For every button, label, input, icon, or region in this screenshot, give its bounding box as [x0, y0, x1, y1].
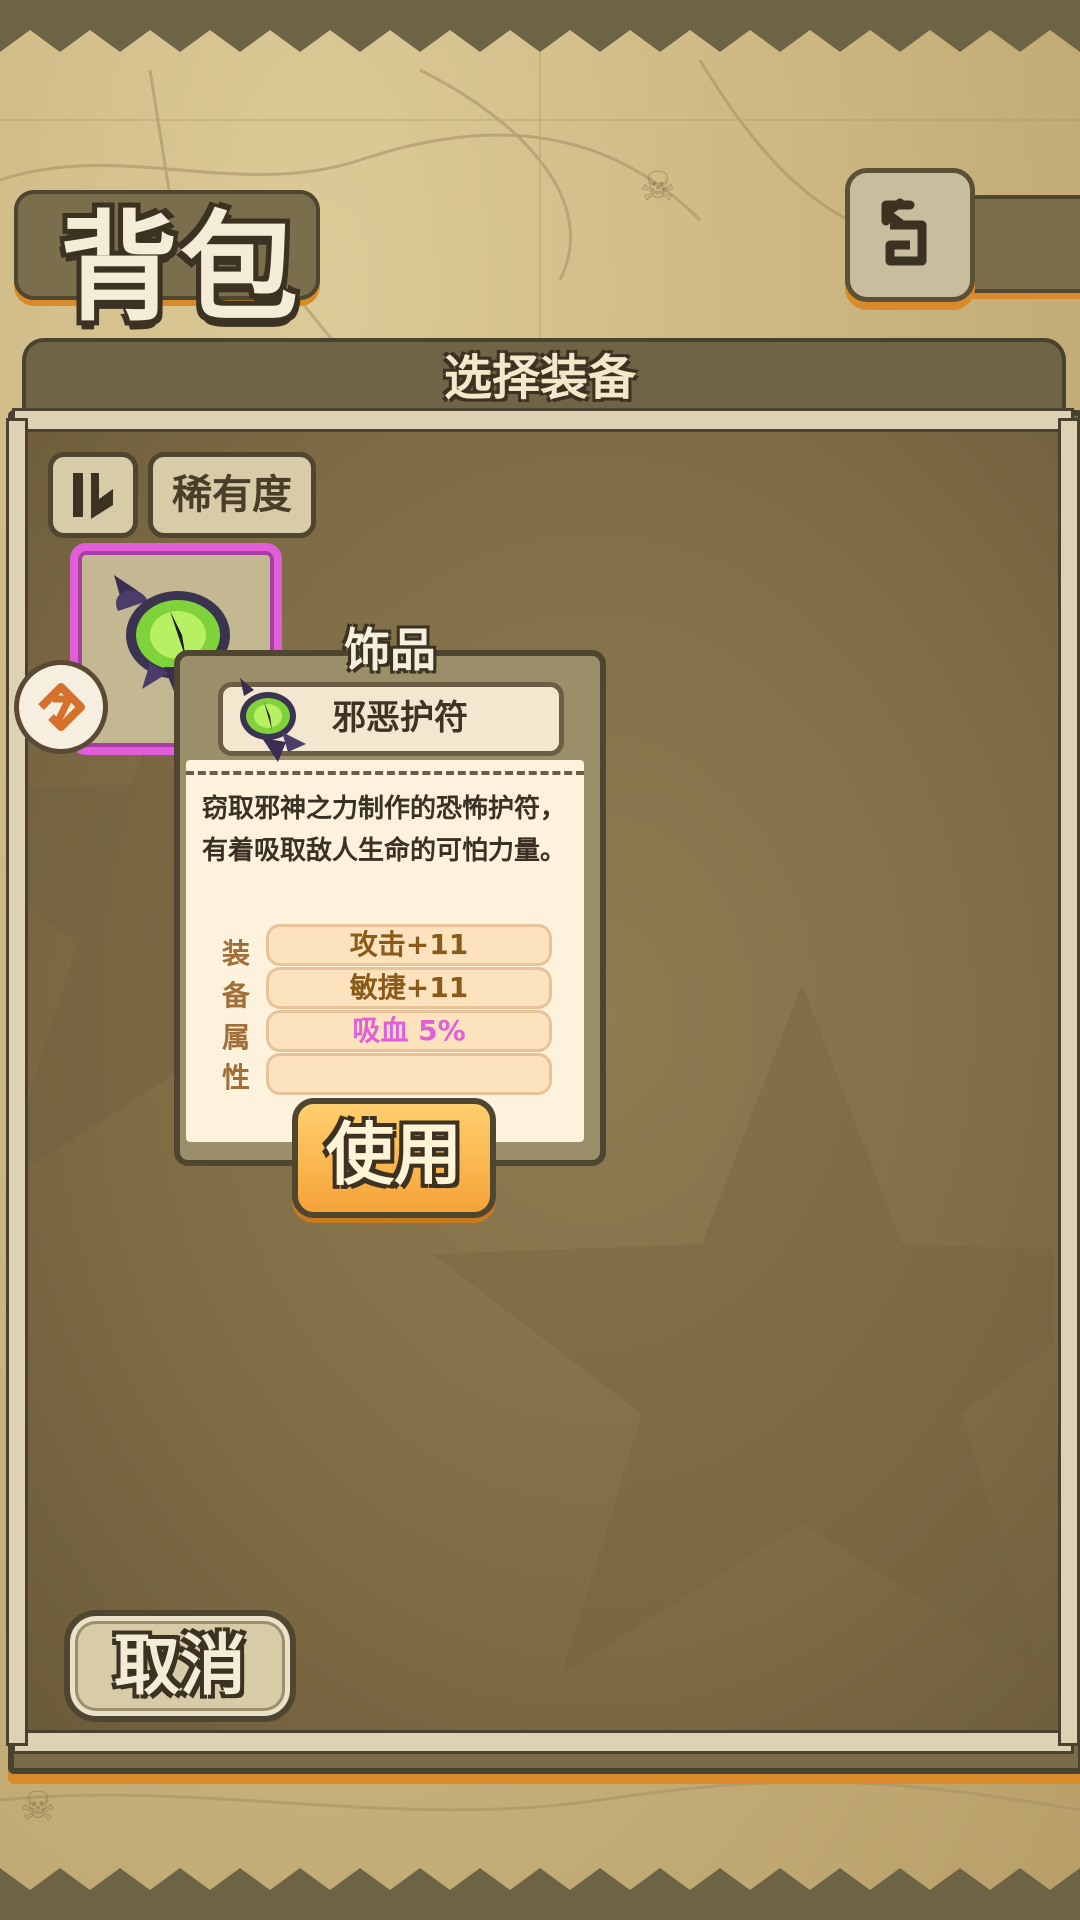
- attr-label-char: 装: [222, 937, 251, 970]
- frame-rail-right: [1058, 418, 1080, 1746]
- attr-label-char: 备: [222, 979, 251, 1012]
- cancel-button[interactable]: 取消: [64, 1610, 296, 1722]
- stat-lifesteal: 吸血 5%: [266, 1010, 552, 1052]
- item-name: 邪恶护符: [332, 698, 468, 738]
- sort-toggle-button[interactable]: [48, 452, 138, 538]
- panel-title: 选择装备: [443, 350, 636, 406]
- tooltip-divider: [186, 771, 584, 775]
- attr-label-char: 性: [222, 1061, 251, 1094]
- use-button[interactable]: 使用: [292, 1098, 496, 1218]
- stat-agility: 敏捷+11: [266, 967, 552, 1009]
- equipped-badge: [14, 660, 108, 754]
- equip-mark-icon: [38, 683, 85, 731]
- top-zigzag-border: [0, 0, 1080, 52]
- frame-rail-left: [6, 418, 28, 1746]
- stat-empty-slot: [266, 1053, 552, 1095]
- stat-attack: 攻击+11: [266, 924, 552, 966]
- back-button[interactable]: [845, 168, 975, 302]
- return-arrow-icon: [881, 198, 927, 266]
- frame-rail-bottom: [12, 1730, 1074, 1754]
- svg-text:☠: ☠: [640, 164, 676, 210]
- page-title: 背包: [60, 199, 301, 337]
- frame-rail-top: [12, 408, 1074, 432]
- attr-label-char: 属: [222, 1021, 251, 1054]
- bottom-zigzag-border: [0, 1868, 1080, 1920]
- rarity-filter-button[interactable]: 稀有度: [148, 452, 316, 538]
- item-description: 窃取邪神之力制作的恐怖护符，有着吸取敌人生命的可怕力量。: [202, 794, 567, 866]
- item-category: 饰品: [344, 623, 436, 677]
- svg-text:☠: ☠: [20, 1784, 56, 1830]
- sort-icon: [73, 473, 113, 519]
